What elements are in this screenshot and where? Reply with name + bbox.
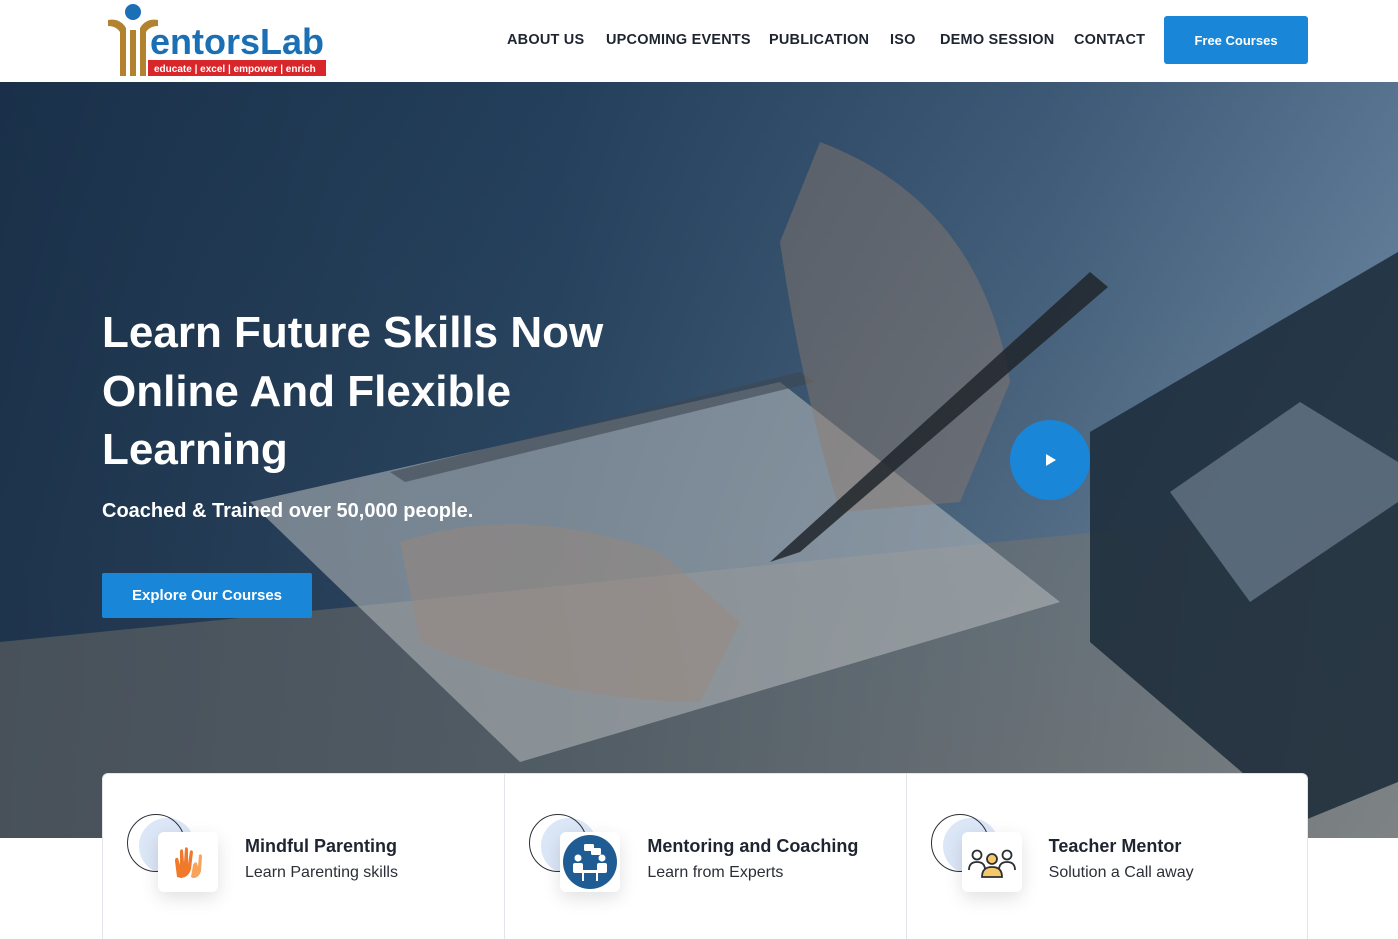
nav-upcoming-events[interactable]: UPCOMING EVENTS	[606, 32, 751, 48]
nav-publication[interactable]: PUBLICATION	[769, 32, 869, 48]
hero-section: Learn Future Skills Now Online And Flexi…	[0, 82, 1398, 838]
hero-title: Learn Future Skills Now Online And Flexi…	[102, 304, 662, 480]
feature-card-mindful-parenting[interactable]: Mindful Parenting Learn Parenting skills	[103, 774, 504, 939]
explore-courses-button[interactable]: Explore Our Courses	[102, 573, 312, 618]
feature-title: Mentoring and Coaching	[647, 836, 859, 856]
svg-text:entorsLab: entorsLab	[150, 21, 324, 62]
hero-title-line-2: Online And Flexible	[102, 366, 512, 416]
svg-text:educate | excel | empower | en: educate | excel | empower | enrich	[154, 64, 316, 75]
hands-icon	[175, 847, 202, 878]
feature-subtitle: Solution a Call away	[1048, 864, 1194, 881]
feature-title: Mindful Parenting	[245, 836, 397, 856]
feature-cards: Mindful Parenting Learn Parenting skills…	[102, 773, 1308, 939]
nav-about-us[interactable]: ABOUT US	[507, 32, 584, 48]
hero-title-line-1: Learn Future Skills Now	[102, 308, 604, 357]
nav-demo-session[interactable]: DEMO SESSION	[940, 32, 1054, 48]
hero-subtitle: Coached & Trained over 50,000 people.	[102, 500, 474, 522]
feature-subtitle: Learn from Experts	[647, 864, 784, 881]
video-play-button[interactable]	[1010, 420, 1090, 500]
meeting-icon	[563, 835, 618, 889]
play-icon	[1046, 454, 1056, 466]
feature-subtitle: Learn Parenting skills	[245, 864, 398, 881]
feature-icon-box	[560, 832, 621, 892]
free-courses-button[interactable]: Free Courses	[1164, 16, 1308, 64]
site-header: entorsLab educate | excel | empower | en…	[0, 0, 1398, 82]
nav-iso[interactable]: ISO	[890, 32, 916, 48]
brand-logo[interactable]: entorsLab educate | excel | empower | en…	[106, 2, 330, 80]
feature-card-mentoring-coaching[interactable]: Mentoring and Coaching Learn from Expert…	[504, 774, 905, 939]
feature-title: Teacher Mentor	[1048, 836, 1182, 856]
feature-icon-box	[158, 832, 218, 892]
nav-contact[interactable]: CONTACT	[1074, 32, 1145, 48]
feature-icon-box	[961, 832, 1022, 892]
hero-title-line-3: Learning	[102, 425, 288, 474]
mentorslab-logo-icon: entorsLab educate | excel | empower | en…	[108, 4, 326, 77]
group-icon	[967, 849, 1016, 878]
feature-card-teacher-mentor[interactable]: Teacher Mentor Solution a Call away	[905, 774, 1307, 939]
